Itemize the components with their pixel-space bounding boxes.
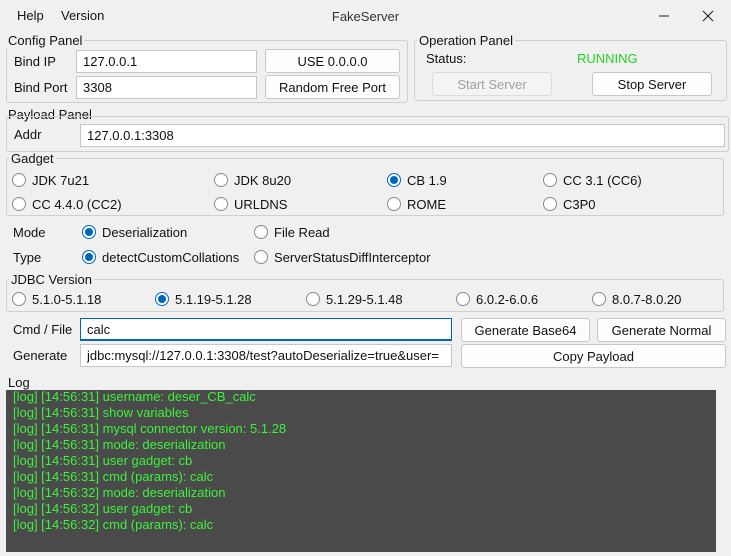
log-scrollbar[interactable] bbox=[716, 390, 729, 552]
close-button[interactable] bbox=[685, 0, 731, 32]
log-title: Log bbox=[6, 375, 32, 390]
radio-label: ServerStatusDiffInterceptor bbox=[274, 249, 431, 265]
minimize-icon bbox=[659, 15, 669, 17]
bind-port-input[interactable] bbox=[76, 76, 257, 99]
radio-label: 5.1.19-5.1.28 bbox=[175, 291, 252, 307]
radio-indicator bbox=[387, 173, 401, 187]
close-icon bbox=[702, 10, 714, 22]
bind-ip-input[interactable] bbox=[76, 50, 257, 73]
radio-label: 6.0.2-6.0.6 bbox=[476, 291, 539, 307]
gadget-radio-rome[interactable]: ROME bbox=[387, 195, 446, 213]
random-free-port-button[interactable]: Random Free Port bbox=[265, 75, 400, 99]
addr-label: Addr bbox=[14, 127, 42, 142]
radio-label: CC 3.1 (CC6) bbox=[563, 172, 642, 188]
jdbc-radio-5-1-29-5-1-48[interactable]: 5.1.29-5.1.48 bbox=[306, 290, 403, 308]
gadget-group-title: Gadget bbox=[9, 151, 56, 166]
radio-label: Deserialization bbox=[102, 224, 188, 240]
radio-label: detectCustomCollations bbox=[102, 249, 240, 265]
cmd-file-label: Cmd / File bbox=[13, 322, 73, 337]
radio-indicator bbox=[82, 225, 96, 239]
radio-label: CB 1.9 bbox=[407, 172, 447, 188]
stop-server-button[interactable]: Stop Server bbox=[592, 72, 712, 96]
radio-indicator bbox=[214, 197, 228, 211]
operation-panel-title: Operation Panel bbox=[417, 33, 515, 48]
status-value: RUNNING bbox=[577, 51, 638, 66]
log-line: [log] [14:56:31] cmd (params): calc bbox=[13, 469, 214, 484]
radio-indicator bbox=[12, 197, 26, 211]
config-panel-title: Config Panel bbox=[6, 33, 85, 48]
radio-label: C3P0 bbox=[563, 196, 596, 212]
log-line: [log] [14:56:31] username: deser_CB_calc bbox=[13, 390, 256, 404]
radio-indicator bbox=[592, 292, 606, 306]
gadget-radio-jdk-8u20[interactable]: JDK 8u20 bbox=[214, 171, 291, 189]
radio-indicator bbox=[543, 173, 557, 187]
type-radio-serverstatusdiffinterceptor[interactable]: ServerStatusDiffInterceptor bbox=[254, 248, 431, 266]
log-line: [log] [14:56:32] cmd (params): calc bbox=[13, 517, 214, 532]
gadget-radio-cc-3-1-cc6[interactable]: CC 3.1 (CC6) bbox=[543, 171, 642, 189]
radio-indicator bbox=[12, 292, 26, 306]
addr-input[interactable] bbox=[80, 124, 725, 147]
radio-label: File Read bbox=[274, 224, 330, 240]
radio-label: 5.1.0-5.1.18 bbox=[32, 291, 102, 307]
generate-output-input[interactable] bbox=[80, 344, 452, 367]
log-line: [log] [14:56:31] mysql connector version… bbox=[13, 421, 287, 436]
radio-indicator bbox=[254, 225, 268, 239]
bind-ip-label: Bind IP bbox=[14, 54, 56, 69]
minimize-button[interactable] bbox=[641, 0, 687, 32]
radio-indicator bbox=[306, 292, 320, 306]
mode-label: Mode bbox=[13, 225, 46, 240]
generate-normal-button[interactable]: Generate Normal bbox=[597, 318, 726, 342]
jdbc-version-title: JDBC Version bbox=[9, 272, 94, 287]
radio-label: JDK 7u21 bbox=[32, 172, 90, 188]
mode-radio-file-read[interactable]: File Read bbox=[254, 223, 330, 241]
radio-label: CC 4.4.0 (CC2) bbox=[32, 196, 122, 212]
generate-base64-button[interactable]: Generate Base64 bbox=[461, 318, 590, 342]
radio-label: JDK 8u20 bbox=[234, 172, 292, 188]
radio-label: ROME bbox=[407, 196, 446, 212]
mode-radio-deserialization[interactable]: Deserialization bbox=[82, 223, 187, 241]
radio-indicator bbox=[254, 250, 268, 264]
generate-label: Generate bbox=[13, 348, 68, 363]
gadget-radio-cb-1-9[interactable]: CB 1.9 bbox=[387, 171, 447, 189]
jdbc-radio-8-0-7-8-0-20[interactable]: 8.0.7-8.0.20 bbox=[592, 290, 681, 308]
radio-indicator bbox=[82, 250, 96, 264]
log-line: [log] [14:56:31] mode: deserialization bbox=[13, 437, 226, 452]
radio-label: 8.0.7-8.0.20 bbox=[612, 291, 682, 307]
use-all-interfaces-button[interactable]: USE 0.0.0.0 bbox=[265, 49, 400, 73]
gadget-radio-c3p0[interactable]: C3P0 bbox=[543, 195, 596, 213]
window-title: FakeServer bbox=[331, 9, 400, 24]
radio-indicator bbox=[543, 197, 557, 211]
status-label: Status: bbox=[426, 51, 467, 66]
log-line: [log] [14:56:32] mode: deserialization bbox=[13, 485, 226, 500]
log-area[interactable]: [log] [14:56:31] username: deser_CB_calc… bbox=[6, 390, 716, 552]
jdbc-radio-5-1-19-5-1-28[interactable]: 5.1.19-5.1.28 bbox=[155, 290, 252, 308]
copy-payload-button[interactable]: Copy Payload bbox=[461, 344, 726, 368]
jdbc-radio-6-0-2-6-0-6[interactable]: 6.0.2-6.0.6 bbox=[456, 290, 538, 308]
radio-indicator bbox=[155, 292, 169, 306]
radio-indicator bbox=[387, 197, 401, 211]
jdbc-radio-5-1-0-5-1-18[interactable]: 5.1.0-5.1.18 bbox=[12, 290, 101, 308]
radio-label: URLDNS bbox=[234, 196, 288, 212]
type-radio-detectcustomcollations[interactable]: detectCustomCollations bbox=[82, 248, 239, 266]
menu-version[interactable]: Version bbox=[61, 8, 104, 23]
log-line: [log] [14:56:31] show variables bbox=[13, 405, 189, 420]
radio-indicator bbox=[214, 173, 228, 187]
bind-port-label: Bind Port bbox=[14, 80, 68, 95]
start-server-button[interactable]: Start Server bbox=[432, 72, 552, 96]
gadget-radio-cc-4-4-0-cc2[interactable]: CC 4.4.0 (CC2) bbox=[12, 195, 122, 213]
radio-indicator bbox=[456, 292, 470, 306]
menu-help[interactable]: Help bbox=[17, 8, 44, 23]
type-label: Type bbox=[13, 250, 42, 265]
radio-indicator bbox=[12, 173, 26, 187]
log-line: [log] [14:56:32] user gadget: cb bbox=[13, 501, 193, 516]
title-bar: Help Version FakeServer bbox=[0, 0, 731, 32]
log-line: [log] [14:56:31] user gadget: cb bbox=[13, 453, 193, 468]
cmd-file-input[interactable] bbox=[80, 318, 452, 341]
gadget-radio-jdk-7u21[interactable]: JDK 7u21 bbox=[12, 171, 89, 189]
app-window: Help Version FakeServer Config Panel Bin… bbox=[0, 0, 731, 556]
gadget-radio-urldns[interactable]: URLDNS bbox=[214, 195, 287, 213]
radio-label: 5.1.29-5.1.48 bbox=[326, 291, 403, 307]
